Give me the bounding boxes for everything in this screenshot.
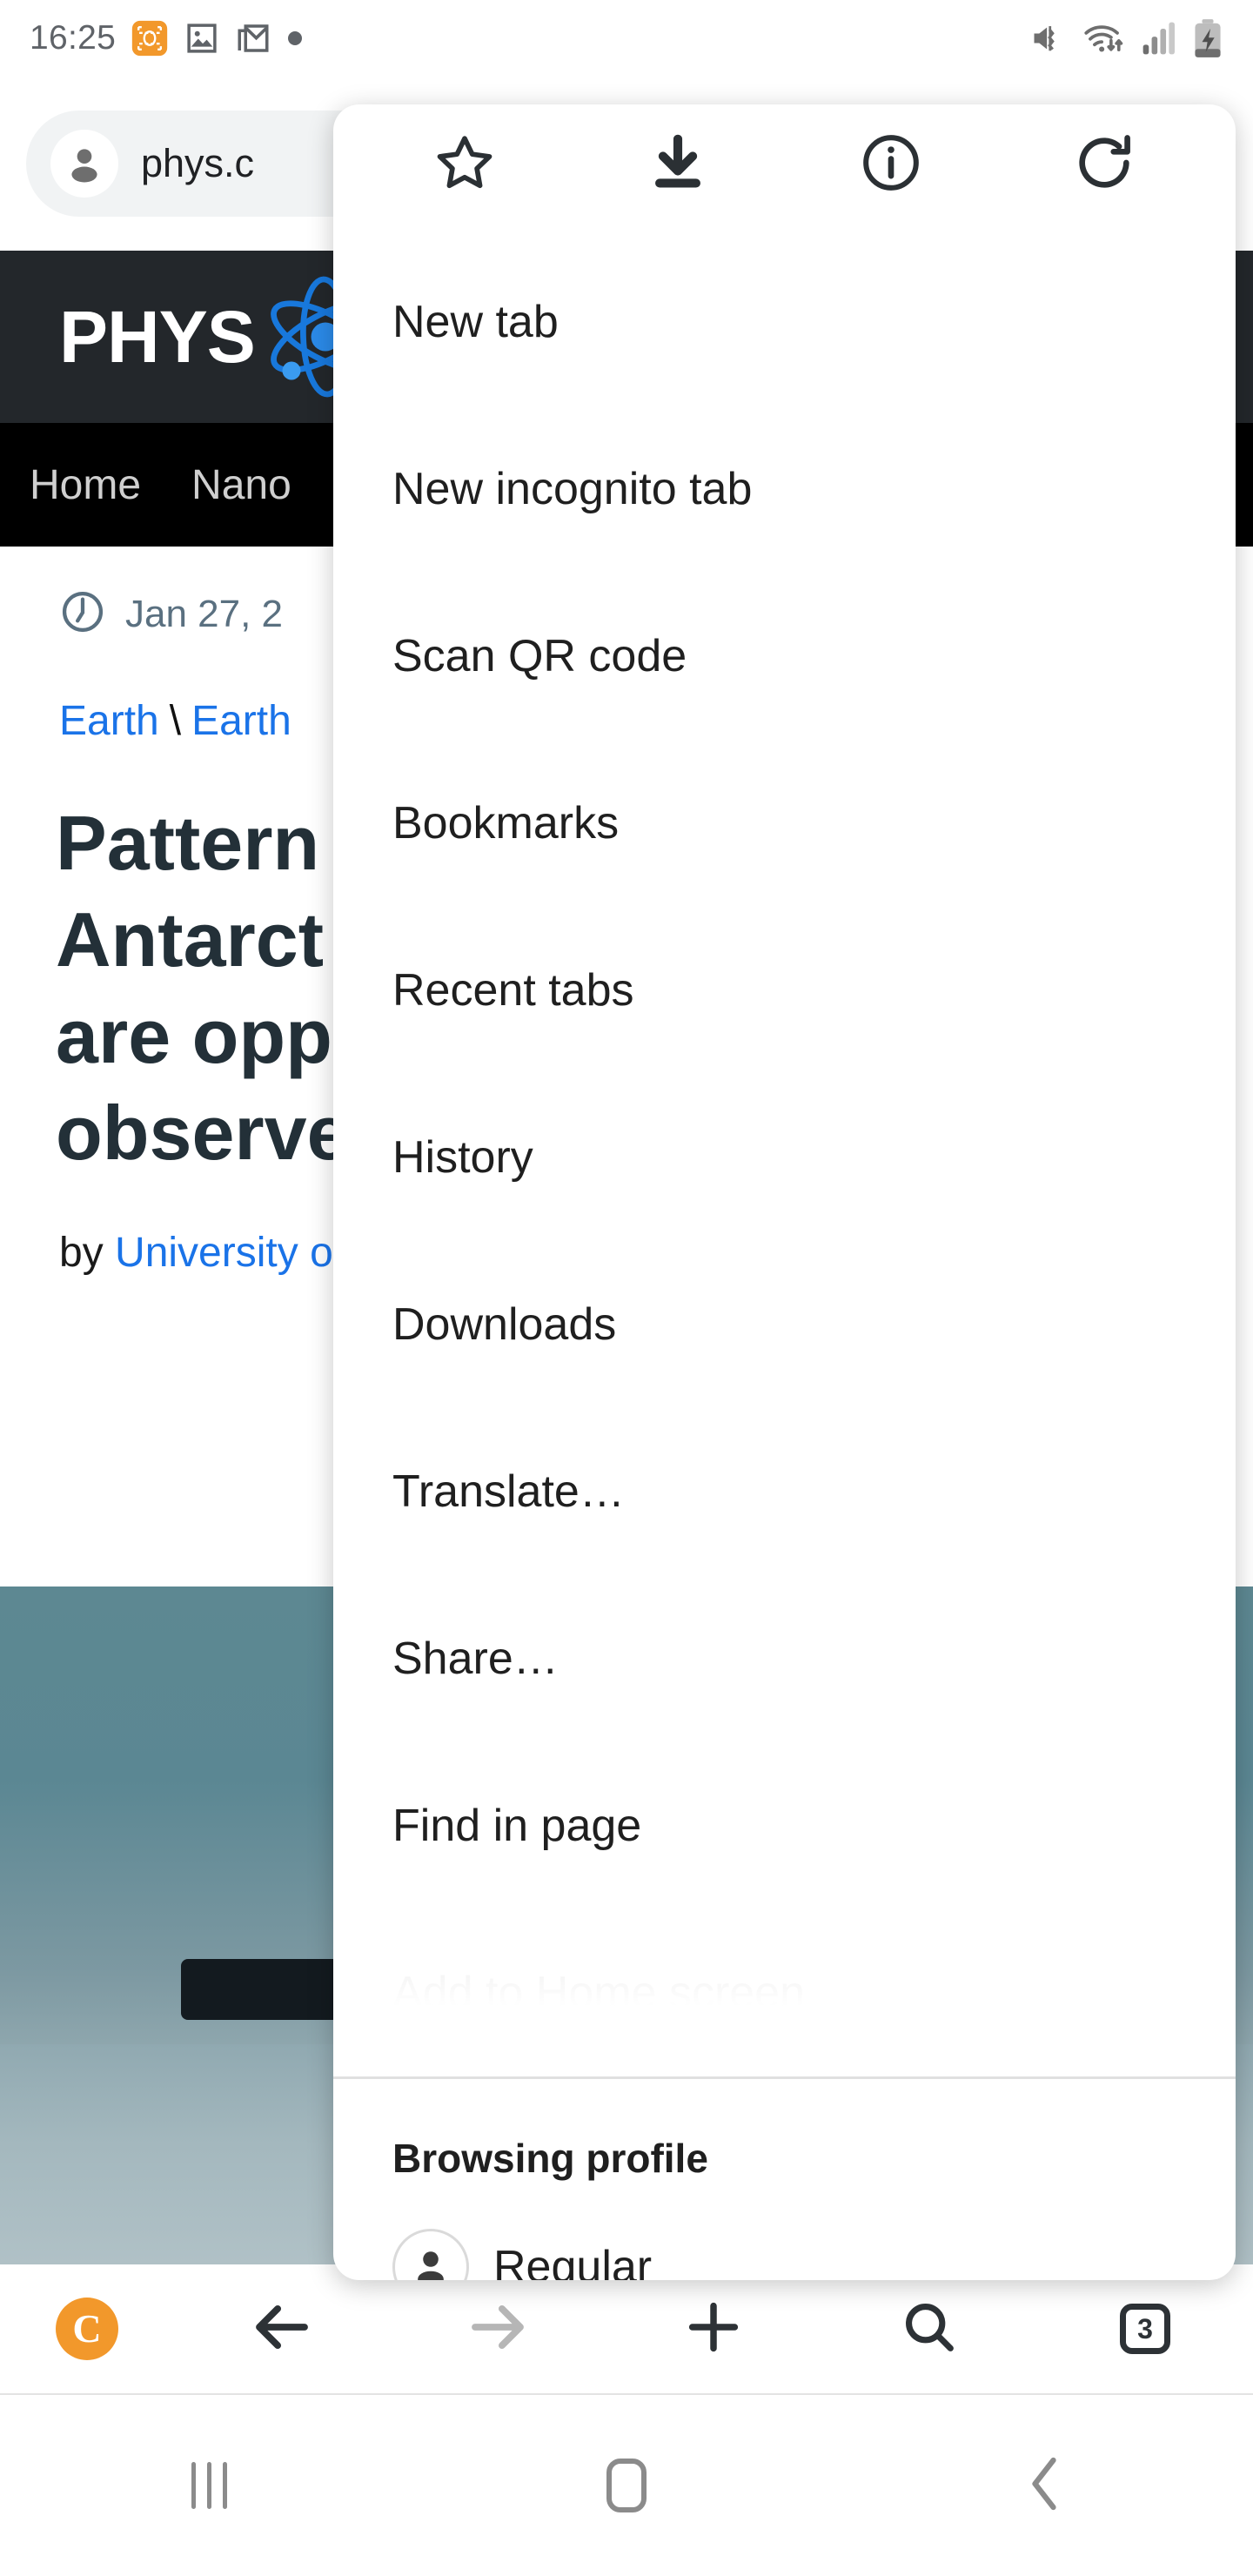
menu-item-translate[interactable]: Translate… [333, 1408, 1236, 1575]
home-icon [606, 2459, 647, 2512]
menu-item-find-in-page[interactable]: Find in page [333, 1742, 1236, 1909]
cellular-signal-icon [1141, 19, 1177, 57]
recents-icon [191, 2462, 227, 2509]
browsing-profile-name: Regular [493, 2242, 653, 2280]
page-info-button[interactable] [817, 104, 965, 225]
towed-sled [181, 1959, 346, 2020]
menu-item-share[interactable]: Share… [333, 1575, 1236, 1742]
status-bar-clock: 16:25 [30, 19, 117, 57]
back-chevron-icon [1021, 2452, 1068, 2519]
forward-button [390, 2293, 606, 2365]
browsing-profile-section: Browsing profile Regular [333, 2079, 1236, 2280]
recents-button[interactable] [0, 2462, 418, 2509]
menu-item-downloads[interactable]: Downloads [333, 1241, 1236, 1408]
profile-avatar-icon [392, 2229, 469, 2280]
menu-item-bookmarks[interactable]: Bookmarks [333, 740, 1236, 907]
browser-logo-icon: C [56, 2298, 118, 2360]
breadcrumb-separator: \ [169, 698, 182, 744]
site-nav-link-nano[interactable]: Nano [191, 461, 291, 509]
profile-avatar-icon[interactable] [50, 130, 118, 198]
download-button[interactable] [604, 104, 752, 225]
browser-bottom-toolbar: C 3 [0, 2264, 1253, 2393]
browsing-profile-row[interactable]: Regular [392, 2182, 1236, 2280]
tab-count-badge: 3 [1120, 2304, 1170, 2354]
breadcrumb-item-earth-2[interactable]: Earth [191, 698, 291, 744]
new-tab-button[interactable] [606, 2293, 821, 2365]
search-button[interactable] [821, 2295, 1037, 2364]
browsing-profile-label: Browsing profile [392, 2136, 708, 2181]
more-notifications-dot-icon [286, 30, 304, 47]
reload-icon [1071, 130, 1137, 200]
reload-button[interactable] [1030, 104, 1178, 225]
search-icon [897, 2295, 962, 2364]
headline-line-4: observe [56, 1089, 350, 1176]
tab-switcher-button[interactable]: 3 [1037, 2304, 1253, 2354]
byline-prefix: by [59, 1229, 116, 1276]
menu-item-new-tab[interactable]: New tab [333, 238, 1236, 406]
menu-item-recent-tabs[interactable]: Recent tabs [333, 907, 1236, 1074]
clock-icon [59, 588, 106, 640]
status-bar: 16:25 [0, 0, 1253, 77]
page-info-icon [858, 130, 924, 200]
menu-item-history[interactable]: History [333, 1074, 1236, 1241]
new-tab-plus-icon [680, 2293, 747, 2365]
system-back-button[interactable] [835, 2452, 1253, 2519]
menu-item-list: New tab New incognito tab Scan QR code B… [333, 225, 1236, 2076]
back-arrow-icon [248, 2293, 316, 2365]
wifi-icon [1082, 19, 1126, 57]
headline-line-3: are opp [56, 992, 332, 1079]
battery-charging-icon [1192, 18, 1223, 58]
menu-item-add-to-home-screen[interactable]: Add to Home screen [333, 1909, 1236, 2076]
article-date: Jan 27, 2 [125, 592, 284, 635]
screenshot-capture-icon [131, 19, 169, 57]
download-icon [645, 130, 711, 200]
status-bar-left: 16:25 [30, 19, 304, 57]
android-navigation-bar [0, 2395, 1253, 2576]
menu-header-actions [333, 104, 1236, 225]
gmail-icon [235, 20, 271, 57]
menu-item-new-incognito-tab[interactable]: New incognito tab [333, 406, 1236, 573]
menu-item-scan-qr-code[interactable]: Scan QR code [333, 573, 1236, 740]
home-button[interactable] [418, 2459, 835, 2512]
bookmark-star-icon [432, 130, 498, 200]
back-button[interactable] [174, 2293, 390, 2365]
omnibox-url-text: phys.c [141, 141, 255, 185]
chrome-main-menu: New tab New incognito tab Scan QR code B… [333, 104, 1236, 2280]
phys-logo-text: PHYS [59, 296, 256, 378]
headline-line-2: Antarct [56, 896, 325, 983]
headline-line-1: Pattern [56, 800, 320, 886]
status-bar-right [1029, 18, 1223, 58]
browser-logo-button[interactable]: C [0, 2298, 174, 2360]
breadcrumb-item-earth-1[interactable]: Earth [59, 698, 159, 744]
image-icon [184, 20, 220, 57]
mute-vibrate-icon [1029, 19, 1068, 57]
phone-screen: 16:25 phys.c PHYS Home Nano Jan 27, 2 Ea… [0, 0, 1253, 2576]
byline-author-link[interactable]: University o [115, 1230, 333, 1276]
bookmark-star-button[interactable] [391, 104, 539, 225]
site-nav-link-home[interactable]: Home [30, 461, 141, 509]
forward-arrow-icon [464, 2293, 532, 2365]
